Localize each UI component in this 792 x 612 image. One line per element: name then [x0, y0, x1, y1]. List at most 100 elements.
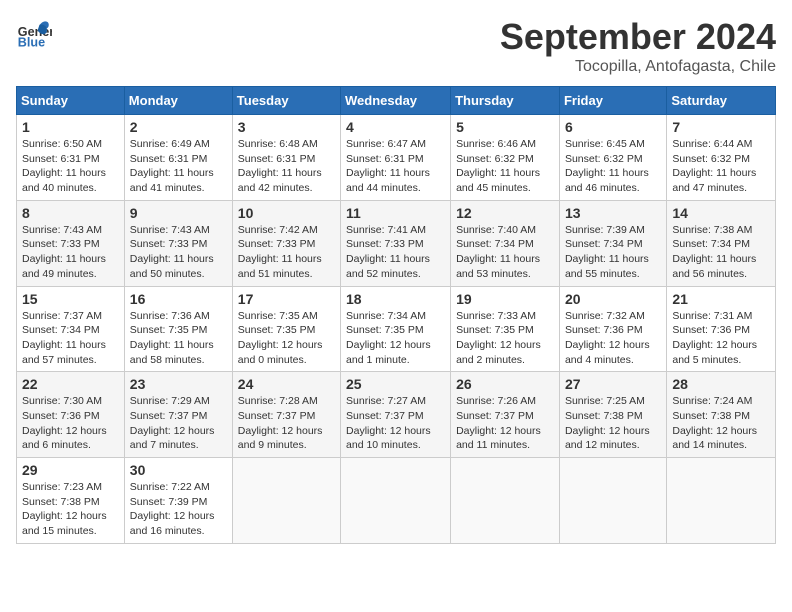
day-number: 3 [238, 119, 335, 135]
day-info: Sunrise: 7:32 AMSunset: 7:36 PMDaylight:… [565, 309, 661, 368]
day-info: Sunrise: 7:38 AMSunset: 7:34 PMDaylight:… [672, 223, 770, 282]
day-info: Sunrise: 6:47 AMSunset: 6:31 PMDaylight:… [346, 137, 445, 196]
day-info: Sunrise: 7:40 AMSunset: 7:34 PMDaylight:… [456, 223, 554, 282]
day-number: 9 [130, 205, 227, 221]
day-info: Sunrise: 6:46 AMSunset: 6:32 PMDaylight:… [456, 137, 554, 196]
day-info: Sunrise: 6:48 AMSunset: 6:31 PMDaylight:… [238, 137, 335, 196]
day-number: 17 [238, 291, 335, 307]
day-info: Sunrise: 7:36 AMSunset: 7:35 PMDaylight:… [130, 309, 227, 368]
month-title: September 2024 [500, 16, 776, 58]
day-number: 16 [130, 291, 227, 307]
calendar-cell: 24 Sunrise: 7:28 AMSunset: 7:37 PMDayligh… [232, 372, 340, 458]
day-number: 6 [565, 119, 661, 135]
weekday-header-saturday: Saturday [667, 87, 776, 115]
day-info: Sunrise: 6:44 AMSunset: 6:32 PMDaylight:… [672, 137, 770, 196]
day-number: 13 [565, 205, 661, 221]
day-info: Sunrise: 7:25 AMSunset: 7:38 PMDaylight:… [565, 394, 661, 453]
day-number: 5 [456, 119, 554, 135]
calendar-cell: 12Sunrise: 7:40 AMSunset: 7:34 PMDayligh… [451, 200, 560, 286]
calendar-cell: 15 Sunrise: 7:37 AMSunset: 7:34 PMDayligh… [17, 286, 125, 372]
day-number: 7 [672, 119, 770, 135]
day-info: Sunrise: 7:42 AMSunset: 7:33 PMDaylight:… [238, 223, 335, 282]
calendar-cell [559, 458, 666, 544]
day-number: 18 [346, 291, 445, 307]
day-info: Sunrise: 7:35 AMSunset: 7:35 PMDaylight:… [238, 309, 335, 368]
day-number: 24 [238, 376, 335, 392]
day-number: 29 [22, 462, 119, 478]
day-info: Sunrise: 7:31 AMSunset: 7:36 PMDaylight:… [672, 309, 770, 368]
calendar-cell [451, 458, 560, 544]
weekday-header-row: SundayMondayTuesdayWednesdayThursdayFrid… [17, 87, 776, 115]
day-info: Sunrise: 7:37 AMSunset: 7:34 PMDaylight:… [22, 309, 119, 368]
day-number: 8 [22, 205, 119, 221]
day-number: 26 [456, 376, 554, 392]
day-info: Sunrise: 7:30 AMSunset: 7:36 PMDaylight:… [22, 394, 119, 453]
calendar-week-1: 1Sunrise: 6:50 AMSunset: 6:31 PMDaylight… [17, 115, 776, 201]
calendar-cell: 19 Sunrise: 7:33 AMSunset: 7:35 PMDayligh… [451, 286, 560, 372]
calendar-cell: 26 Sunrise: 7:26 AMSunset: 7:37 PMDayligh… [451, 372, 560, 458]
weekday-header-friday: Friday [559, 87, 666, 115]
title-area: September 2024 Tocopilla, Antofagasta, C… [500, 16, 776, 76]
calendar-week-3: 15 Sunrise: 7:37 AMSunset: 7:34 PMDayligh… [17, 286, 776, 372]
calendar-cell: 4 Sunrise: 6:47 AMSunset: 6:31 PMDaylight… [341, 115, 451, 201]
weekday-header-thursday: Thursday [451, 87, 560, 115]
calendar-cell: 8 Sunrise: 7:43 AMSunset: 7:33 PMDaylight… [17, 200, 125, 286]
weekday-header-wednesday: Wednesday [341, 87, 451, 115]
day-number: 2 [130, 119, 227, 135]
calendar-cell: 20Sunrise: 7:32 AMSunset: 7:36 PMDayligh… [559, 286, 666, 372]
calendar-cell: 16 Sunrise: 7:36 AMSunset: 7:35 PMDayligh… [124, 286, 232, 372]
day-info: Sunrise: 7:34 AMSunset: 7:35 PMDaylight:… [346, 309, 445, 368]
day-info: Sunrise: 7:43 AMSunset: 7:33 PMDaylight:… [22, 223, 119, 282]
calendar-cell: 22Sunrise: 7:30 AMSunset: 7:36 PMDayligh… [17, 372, 125, 458]
svg-text:Blue: Blue [18, 36, 45, 50]
calendar-cell: 17 Sunrise: 7:35 AMSunset: 7:35 PMDayligh… [232, 286, 340, 372]
day-number: 19 [456, 291, 554, 307]
calendar-cell: 14 Sunrise: 7:38 AMSunset: 7:34 PMDayligh… [667, 200, 776, 286]
calendar-cell: 6 Sunrise: 6:45 AMSunset: 6:32 PMDaylight… [559, 115, 666, 201]
calendar-cell: 13 Sunrise: 7:39 AMSunset: 7:34 PMDayligh… [559, 200, 666, 286]
day-number: 4 [346, 119, 445, 135]
calendar-table: SundayMondayTuesdayWednesdayThursdayFrid… [16, 86, 776, 544]
calendar-cell: 28 Sunrise: 7:24 AMSunset: 7:38 PMDayligh… [667, 372, 776, 458]
day-number: 30 [130, 462, 227, 478]
weekday-header-sunday: Sunday [17, 87, 125, 115]
calendar-cell: 5 Sunrise: 6:46 AMSunset: 6:32 PMDaylight… [451, 115, 560, 201]
day-info: Sunrise: 7:28 AMSunset: 7:37 PMDaylight:… [238, 394, 335, 453]
day-info: Sunrise: 7:22 AMSunset: 7:39 PMDaylight:… [130, 480, 227, 539]
day-number: 25 [346, 376, 445, 392]
calendar-body: 1Sunrise: 6:50 AMSunset: 6:31 PMDaylight… [17, 115, 776, 544]
calendar-week-4: 22Sunrise: 7:30 AMSunset: 7:36 PMDayligh… [17, 372, 776, 458]
location-title: Tocopilla, Antofagasta, Chile [500, 58, 776, 76]
day-info: Sunrise: 7:24 AMSunset: 7:38 PMDaylight:… [672, 394, 770, 453]
calendar-cell: 27 Sunrise: 7:25 AMSunset: 7:38 PMDayligh… [559, 372, 666, 458]
day-info: Sunrise: 6:50 AMSunset: 6:31 PMDaylight:… [22, 137, 119, 196]
calendar-cell: 23Sunrise: 7:29 AMSunset: 7:37 PMDayligh… [124, 372, 232, 458]
calendar-week-2: 8 Sunrise: 7:43 AMSunset: 7:33 PMDaylight… [17, 200, 776, 286]
calendar-cell: 29 Sunrise: 7:23 AMSunset: 7:38 PMDayligh… [17, 458, 125, 544]
day-number: 27 [565, 376, 661, 392]
day-info: Sunrise: 7:26 AMSunset: 7:37 PMDaylight:… [456, 394, 554, 453]
day-info: Sunrise: 7:33 AMSunset: 7:35 PMDaylight:… [456, 309, 554, 368]
day-info: Sunrise: 6:45 AMSunset: 6:32 PMDaylight:… [565, 137, 661, 196]
day-info: Sunrise: 6:49 AMSunset: 6:31 PMDaylight:… [130, 137, 227, 196]
calendar-cell: 25 Sunrise: 7:27 AMSunset: 7:37 PMDayligh… [341, 372, 451, 458]
calendar-cell: 30 Sunrise: 7:22 AMSunset: 7:39 PMDayligh… [124, 458, 232, 544]
calendar-cell: 7 Sunrise: 6:44 AMSunset: 6:32 PMDaylight… [667, 115, 776, 201]
day-number: 14 [672, 205, 770, 221]
day-number: 28 [672, 376, 770, 392]
day-info: Sunrise: 7:27 AMSunset: 7:37 PMDaylight:… [346, 394, 445, 453]
day-number: 15 [22, 291, 119, 307]
day-info: Sunrise: 7:41 AMSunset: 7:33 PMDaylight:… [346, 223, 445, 282]
day-info: Sunrise: 7:43 AMSunset: 7:33 PMDaylight:… [130, 223, 227, 282]
calendar-cell [667, 458, 776, 544]
calendar-cell: 1Sunrise: 6:50 AMSunset: 6:31 PMDaylight… [17, 115, 125, 201]
calendar-cell: 3 Sunrise: 6:48 AMSunset: 6:31 PMDaylight… [232, 115, 340, 201]
calendar-cell: 2 Sunrise: 6:49 AMSunset: 6:31 PMDaylight… [124, 115, 232, 201]
logo: General Blue [16, 16, 52, 52]
calendar-cell: 21 Sunrise: 7:31 AMSunset: 7:36 PMDayligh… [667, 286, 776, 372]
day-info: Sunrise: 7:39 AMSunset: 7:34 PMDaylight:… [565, 223, 661, 282]
day-info: Sunrise: 7:23 AMSunset: 7:38 PMDaylight:… [22, 480, 119, 539]
day-number: 10 [238, 205, 335, 221]
day-number: 21 [672, 291, 770, 307]
calendar-week-5: 29 Sunrise: 7:23 AMSunset: 7:38 PMDayligh… [17, 458, 776, 544]
